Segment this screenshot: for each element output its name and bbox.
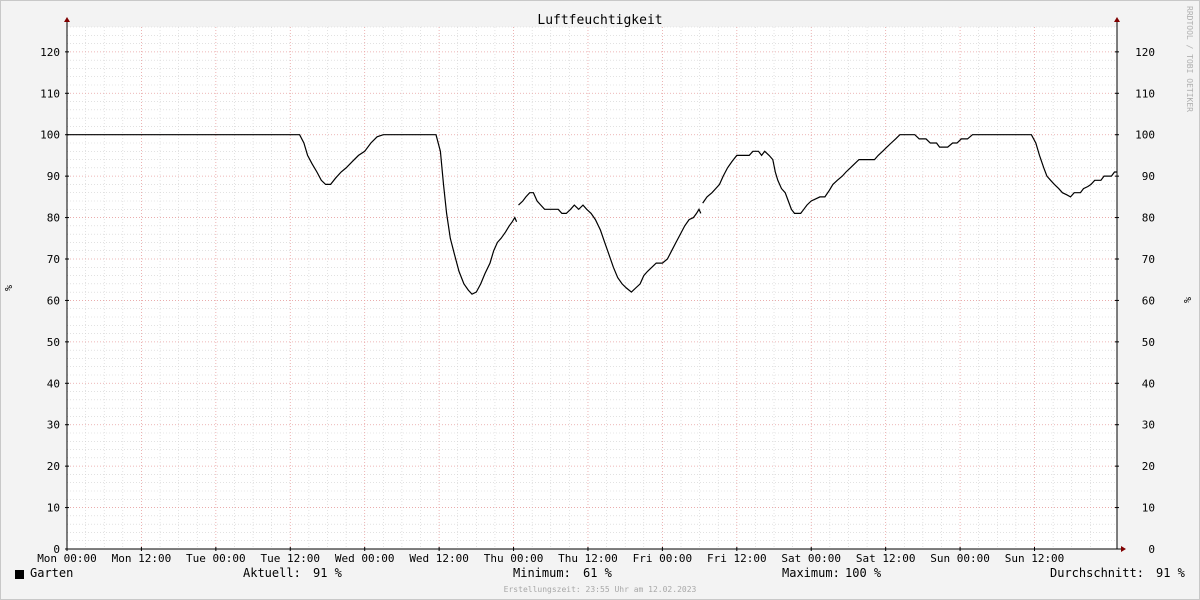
watermark: RRDTOOL / TOBI OETIKER [1185, 6, 1194, 112]
y-tick-label-right: 20 [1142, 460, 1155, 473]
y-tick-label-right: 70 [1142, 253, 1155, 266]
y-axis-label-right: % [1183, 297, 1194, 303]
y-tick-label-right: 120 [1135, 46, 1155, 59]
y-tick-label-left: 100 [40, 129, 60, 142]
y-tick-label-right: 10 [1142, 502, 1155, 515]
legend-min-value: 61 % [583, 566, 612, 580]
y-tick-label-left: 70 [47, 253, 60, 266]
legend-avg-label: Durchschnitt: [1050, 566, 1144, 580]
y-tick-label-right: 0 [1148, 543, 1155, 556]
y-axis-arrow-right [1114, 17, 1120, 22]
legend-series-label: Garten [30, 566, 74, 580]
x-tick-label: Sun 12:00 [1005, 552, 1065, 565]
x-tick-label: Thu 12:00 [558, 552, 618, 565]
x-tick-label: Fri 12:00 [707, 552, 767, 565]
y-tick-label-right: 110 [1135, 87, 1155, 100]
x-tick-label: Thu 00:00 [484, 552, 544, 565]
y-tick-label-right: 100 [1135, 129, 1155, 142]
x-tick-label: Sat 00:00 [781, 552, 841, 565]
legend-max-label: Maximum: [782, 566, 840, 580]
x-tick-label: Mon 00:00 [37, 552, 97, 565]
legend-current-label: Aktuell: [243, 566, 301, 580]
legend-current-value: 91 % [313, 566, 342, 580]
chart-canvas: 0 010 1020 2030 3040 4050 5060 6070 7080 8090 9010… [4, 13, 1194, 565]
y-tick-label-left: 30 [47, 419, 60, 432]
y-tick-label-left: 120 [40, 46, 60, 59]
y-axis-label-left: % [4, 285, 15, 291]
y-axis-arrow-left [64, 17, 70, 22]
x-tick-label: Fri 00:00 [633, 552, 693, 565]
legend-avg-value: 91 % [1156, 566, 1185, 580]
x-tick-label: Mon 12:00 [112, 552, 172, 565]
legend-min-label: Minimum: [513, 566, 571, 580]
plot-area [67, 27, 1117, 549]
legend-row: Garten Aktuell: 91 % Minimum: 61 % Maxim… [0, 566, 1200, 586]
y-tick-label-left: 60 [47, 294, 60, 307]
y-tick-label-left: 10 [47, 502, 60, 515]
y-tick-label-right: 40 [1142, 377, 1155, 390]
y-tick-label-left: 40 [47, 377, 60, 390]
y-tick-label-right: 50 [1142, 336, 1155, 349]
creation-timestamp: Erstellungszeit: 23:55 Uhr am 12.02.2023 [503, 585, 697, 594]
x-tick-label: Tue 12:00 [260, 552, 320, 565]
x-tick-label: Wed 12:00 [409, 552, 469, 565]
x-tick-label: Tue 00:00 [186, 552, 246, 565]
x-tick-label: Sat 12:00 [856, 552, 916, 565]
chart-title: Luftfeuchtigkeit [537, 13, 662, 28]
y-tick-label-left: 90 [47, 170, 60, 183]
y-tick-label-right: 90 [1142, 170, 1155, 183]
y-tick-label-left: 20 [47, 460, 60, 473]
legend-max-value: 100 % [845, 566, 882, 580]
y-tick-label-right: 60 [1142, 294, 1155, 307]
y-tick-label-left: 50 [47, 336, 60, 349]
y-tick-label-right: 30 [1142, 419, 1155, 432]
x-axis-arrow [1121, 546, 1126, 552]
y-tick-label-right: 80 [1142, 212, 1155, 225]
y-tick-label-left: 80 [47, 212, 60, 225]
x-tick-label: Sun 00:00 [930, 552, 990, 565]
x-tick-label: Wed 00:00 [335, 552, 395, 565]
y-tick-label-left: 110 [40, 87, 60, 100]
